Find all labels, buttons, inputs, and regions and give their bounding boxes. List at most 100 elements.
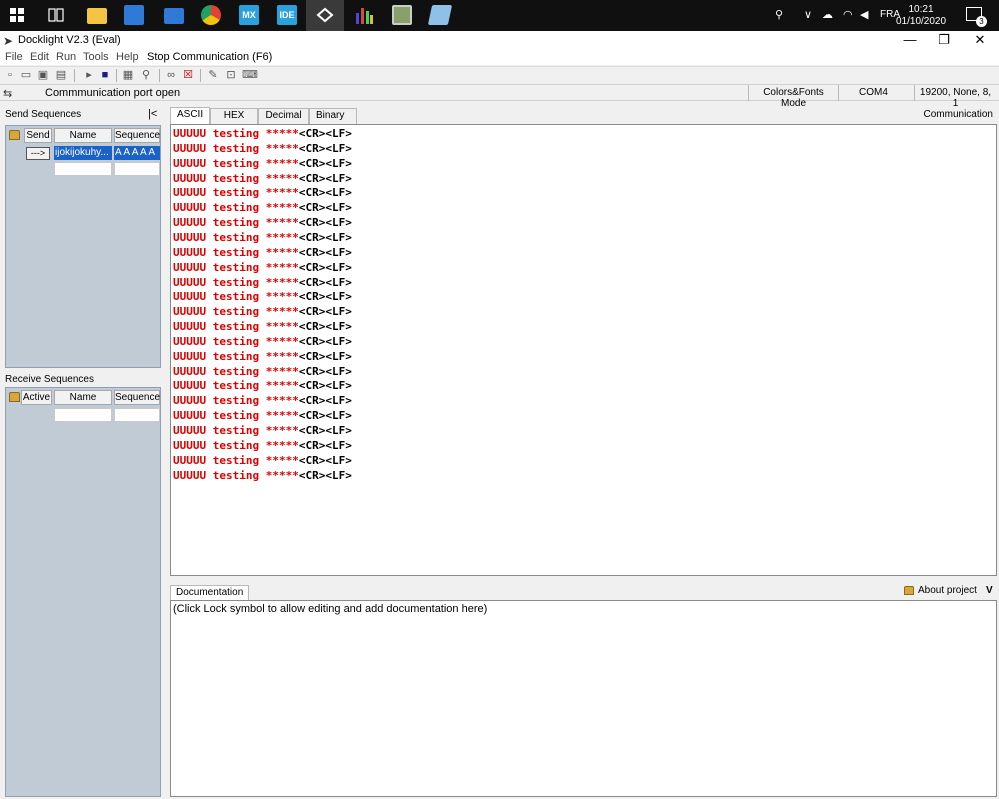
windows-taskbar: MX IDE ⚲ ∨ ☁ ◠ ◀ FRA 10:21 01/10/2020 3	[0, 0, 999, 31]
chart-app-icon[interactable]	[354, 5, 374, 25]
keyboard-icon[interactable]: ⌨	[242, 68, 258, 82]
send-sequence-button[interactable]: --->	[26, 147, 50, 160]
comm-line-control-chars: <CR><LF>	[298, 201, 352, 215]
comm-line: UUUUU testing *****<CR><LF>	[173, 424, 352, 439]
clear-icon[interactable]: ☒	[181, 68, 195, 82]
lock-icon[interactable]	[9, 392, 20, 402]
mail-icon[interactable]	[164, 8, 184, 24]
comm-line-control-chars: <CR><LF>	[298, 156, 352, 170]
comm-line-control-chars: <CR><LF>	[298, 364, 352, 378]
comm-line-control-chars: <CR><LF>	[298, 260, 352, 274]
binoculars-icon[interactable]: ∞	[164, 68, 178, 82]
colors-fonts-mode[interactable]: Colors&Fonts Mode	[748, 85, 838, 109]
menu-help[interactable]: Help	[116, 51, 139, 63]
menu-edit[interactable]: Edit	[30, 51, 49, 63]
comm-line-control-chars: <CR><LF>	[298, 409, 352, 423]
sequence-name-cell[interactable]: ijokijokuhy...	[54, 146, 112, 160]
sequence-value-cell[interactable]: A A A A A	[114, 146, 160, 160]
menu-tools[interactable]: Tools	[83, 51, 109, 63]
docklight-icon[interactable]	[315, 5, 335, 25]
comm-line-data: UUUUU testing *****	[173, 320, 299, 334]
expand-docs-button[interactable]: V	[986, 585, 993, 596]
comm-line-control-chars: <CR><LF>	[298, 320, 352, 334]
tab-ascii[interactable]: ASCII	[170, 107, 210, 124]
col-sequence: Sequence	[114, 128, 161, 143]
comm-line-data: UUUUU testing *****	[173, 364, 299, 378]
comm-line-control-chars: <CR><LF>	[298, 127, 352, 140]
col-name: Name	[54, 390, 112, 405]
documentation-text: (Click Lock symbol to allow editing and …	[173, 603, 488, 615]
comm-line: UUUUU testing *****<CR><LF>	[173, 127, 352, 142]
comm-line-control-chars: <CR><LF>	[298, 290, 352, 304]
tab-hex[interactable]: HEX	[210, 108, 258, 124]
ide-icon[interactable]: IDE	[277, 5, 297, 25]
documentation-window[interactable]: (Click Lock symbol to allow editing and …	[170, 600, 997, 797]
new-file-icon[interactable]: ▫	[3, 68, 17, 82]
empty-name-cell[interactable]	[54, 162, 112, 176]
comm-line-data: UUUUU testing *****	[173, 127, 299, 140]
edit-note-icon[interactable]: ✎	[206, 68, 220, 82]
lock-icon[interactable]	[9, 130, 20, 140]
toolbar: ▫ ▭ ▣ ▤ ▸ ■ ▦ ⚲ ∞ ☒ ✎ ⊡ ⌨	[0, 66, 999, 83]
clock-time: 10:21	[908, 4, 934, 15]
comm-line: UUUUU testing *****<CR><LF>	[173, 454, 352, 469]
windows-start-icon[interactable]	[10, 8, 24, 22]
connection-status-bar: ⇆ Commmunication port open Colors&Fonts …	[0, 84, 999, 109]
volume-muted-icon[interactable]: ◀	[860, 8, 868, 21]
send-sequences-grid: Send Name Sequence ---> ijokijokuhy... A…	[5, 125, 161, 368]
minimize-button[interactable]: —	[893, 31, 927, 50]
chrome-icon[interactable]	[201, 5, 221, 25]
people-icon[interactable]: ⚲	[775, 8, 783, 21]
cloud-icon[interactable]: ☁	[822, 8, 833, 21]
comm-line-control-chars: <CR><LF>	[298, 141, 352, 155]
comm-line: UUUUU testing *****<CR><LF>	[173, 379, 352, 394]
maximize-button[interactable]: ❐	[927, 31, 961, 50]
tab-binary[interactable]: Binary	[309, 108, 357, 124]
about-project-button[interactable]: About project	[918, 585, 977, 596]
empty-name-cell[interactable]	[54, 408, 112, 422]
save-icon[interactable]: ▣	[36, 68, 50, 82]
comm-line: UUUUU testing *****<CR><LF>	[173, 231, 352, 246]
collapse-panel-button[interactable]: |<	[148, 108, 157, 120]
file-explorer-icon[interactable]	[87, 8, 107, 24]
task-view-icon[interactable]	[48, 8, 64, 22]
snapshot-icon[interactable]: ⊡	[224, 68, 238, 82]
menu-file[interactable]: File	[5, 51, 23, 63]
comm-line: UUUUU testing *****<CR><LF>	[173, 350, 352, 365]
empty-sequence-cell[interactable]	[114, 408, 160, 422]
lock-icon[interactable]	[904, 586, 914, 595]
stop-communication-menu[interactable]: Stop Communication (F6)	[147, 51, 272, 63]
menu-run[interactable]: Run	[56, 51, 76, 63]
receive-sequences-label: Receive Sequences	[5, 374, 94, 385]
wifi-icon[interactable]: ◠	[843, 8, 853, 21]
comm-line-control-chars: <CR><LF>	[298, 349, 352, 363]
mx-icon[interactable]: MX	[239, 5, 259, 25]
project-settings-icon[interactable]: ▦	[121, 68, 135, 82]
close-button[interactable]: ✕	[963, 31, 997, 50]
col-send: Send	[24, 128, 52, 143]
tab-decimal[interactable]: Decimal	[258, 108, 309, 124]
open-folder-icon[interactable]: ▭	[19, 68, 33, 82]
chevron-up-icon[interactable]: ∨	[804, 8, 812, 21]
play-icon[interactable]: ▸	[82, 68, 96, 82]
comm-line-control-chars: <CR><LF>	[298, 216, 352, 230]
port-settings[interactable]: 19200, None, 8, 1	[914, 85, 996, 109]
com-port[interactable]: COM4	[838, 85, 908, 101]
comm-line-data: UUUUU testing *****	[173, 349, 299, 363]
clock[interactable]: 10:21 01/10/2020	[896, 4, 946, 28]
empty-sequence-cell[interactable]	[114, 162, 160, 176]
comm-line: UUUUU testing *****<CR><LF>	[173, 439, 352, 454]
col-active: Active	[21, 390, 52, 405]
monitor-app-icon[interactable]	[392, 5, 412, 25]
comm-line-control-chars: <CR><LF>	[298, 171, 352, 185]
search-settings-icon[interactable]: ⚲	[139, 68, 153, 82]
print-icon[interactable]: ▤	[54, 68, 68, 82]
store-icon[interactable]	[124, 5, 144, 25]
communication-window[interactable]: UUUUU testing *****<CR><LF> UUUUU testing…	[170, 124, 997, 576]
comm-line: UUUUU testing *****<CR><LF>	[173, 142, 352, 157]
toolbar-separator	[200, 69, 201, 82]
comm-line-data: UUUUU testing *****	[173, 394, 299, 408]
notes-app-icon[interactable]	[427, 5, 453, 25]
stop-icon[interactable]: ■	[98, 68, 112, 82]
tab-documentation[interactable]: Documentation	[170, 585, 250, 600]
